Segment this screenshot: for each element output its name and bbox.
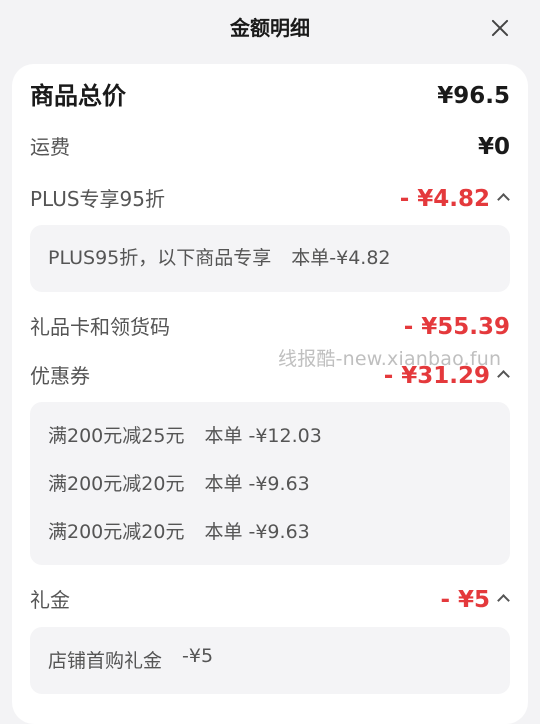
- row-cashgift[interactable]: 礼金 - ¥5: [30, 580, 510, 620]
- page-title: 金额明细: [230, 16, 310, 40]
- cashgift-value: - ¥5: [440, 587, 490, 613]
- cashgift-detail-desc: 店铺首购礼金: [48, 650, 163, 672]
- watermark: 线报酷-new.xianbao.fun: [278, 348, 502, 370]
- shipping-label: 运费: [30, 135, 70, 159]
- coupon-item-amount: 本单 -¥9.63: [204, 521, 310, 543]
- giftcard-value: - ¥55.39: [403, 314, 510, 340]
- list-item: 满200元减25元 本单 -¥12.03: [48, 422, 322, 450]
- coupon-item-amount: 本单 -¥9.63: [204, 473, 310, 495]
- header: 金额明细: [0, 0, 540, 56]
- cashgift-detail-amount: -¥5: [182, 645, 214, 667]
- coupon-item-desc: 满200元减25元: [48, 425, 185, 447]
- plus-discount-value: - ¥4.82: [399, 186, 490, 212]
- coupon-item-desc: 满200元减20元: [48, 521, 185, 543]
- plus-discount-detail: PLUS95折，以下商品专享 本单-¥4.82: [30, 225, 510, 292]
- cashgift-detail: 店铺首购礼金 -¥5: [30, 627, 510, 694]
- row-shipping: 运费 ¥0: [30, 127, 510, 167]
- list-item: 满200元减20元 本单 -¥9.63: [48, 518, 310, 546]
- shipping-value: ¥0: [477, 134, 510, 160]
- coupon-item-desc: 满200元减20元: [48, 473, 185, 495]
- cashgift-label: 礼金: [30, 588, 70, 612]
- chevron-up-icon[interactable]: [497, 370, 510, 383]
- chevron-up-icon[interactable]: [497, 193, 510, 206]
- row-plus-discount[interactable]: PLUS专享95折 - ¥4.82: [30, 179, 510, 219]
- total-value: ¥96.5: [437, 83, 510, 109]
- giftcard-label: 礼品卡和领货码: [30, 315, 170, 339]
- price-detail-card: 商品总价 ¥96.5 运费 ¥0 PLUS专享95折 - ¥4.82 PLUS9…: [12, 64, 528, 724]
- plus-detail-desc: PLUS95折，以下商品专享: [48, 247, 272, 269]
- coupon-detail: 满200元减25元 本单 -¥12.03 满200元减20元 本单 -¥9.63 满…: [30, 402, 510, 565]
- cashgift-detail-line: 店铺首购礼金 -¥5: [48, 645, 214, 675]
- row-total: 商品总价 ¥96.5: [30, 76, 510, 116]
- list-item: 满200元减20元 本单 -¥9.63: [48, 470, 310, 498]
- total-label: 商品总价: [30, 82, 126, 110]
- chevron-up-icon[interactable]: [497, 594, 510, 607]
- coupon-label: 优惠券: [30, 364, 90, 388]
- row-giftcard: 礼品卡和领货码 - ¥55.39: [30, 307, 510, 347]
- coupon-item-amount: 本单 -¥12.03: [204, 425, 322, 447]
- close-icon[interactable]: [488, 16, 512, 40]
- plus-detail-line: PLUS95折，以下商品专享 本单-¥4.82: [48, 244, 391, 272]
- plus-discount-label: PLUS专享95折: [30, 187, 165, 211]
- plus-detail-amount: 本单-¥4.82: [291, 247, 391, 269]
